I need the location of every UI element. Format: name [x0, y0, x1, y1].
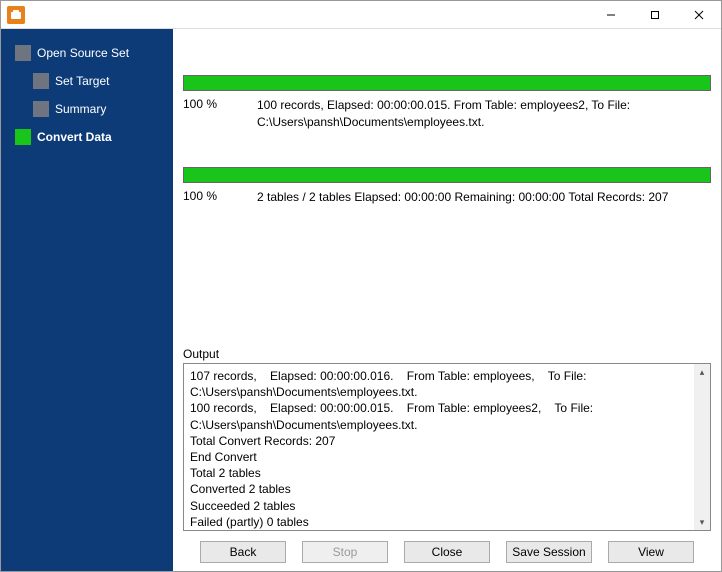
- step-box-icon: [33, 73, 49, 89]
- view-button[interactable]: View: [608, 541, 694, 563]
- maximize-button[interactable]: [633, 1, 677, 29]
- progress-area: 100 % 100 records, Elapsed: 00:00:00.015…: [183, 35, 711, 205]
- step-box-icon: [15, 45, 31, 61]
- step-label: Summary: [55, 102, 106, 116]
- step-box-icon: [15, 129, 31, 145]
- progress-percent-1: 100 %: [183, 97, 243, 111]
- scroll-up-icon[interactable]: ▴: [694, 364, 710, 380]
- main-panel: 100 % 100 records, Elapsed: 00:00:00.015…: [173, 29, 721, 571]
- step-label: Set Target: [55, 74, 109, 88]
- output-scrollbar[interactable]: ▴ ▾: [694, 364, 710, 530]
- step-set-target[interactable]: Set Target: [1, 67, 173, 95]
- step-convert-data[interactable]: Convert Data: [1, 123, 173, 151]
- progress-details-1: 100 records, Elapsed: 00:00:00.015. From…: [257, 97, 711, 131]
- stop-button[interactable]: Stop: [302, 541, 388, 563]
- step-box-icon: [33, 101, 49, 117]
- progress-bar-1: [183, 75, 711, 91]
- window-controls: [589, 1, 721, 29]
- save-session-button[interactable]: Save Session: [506, 541, 592, 563]
- output-label: Output: [183, 347, 711, 361]
- back-button[interactable]: Back: [200, 541, 286, 563]
- wizard-sidebar: Open Source Set Set Target Summary Conve…: [1, 29, 173, 571]
- close-window-button[interactable]: [677, 1, 721, 29]
- titlebar: [1, 1, 721, 29]
- progress-bar-2: [183, 167, 711, 183]
- progress-info-2: 100 % 2 tables / 2 tables Elapsed: 00:00…: [183, 189, 711, 206]
- button-row: Back Stop Close Save Session View: [183, 541, 711, 563]
- progress-info-1: 100 % 100 records, Elapsed: 00:00:00.015…: [183, 97, 711, 131]
- spacer: [183, 205, 711, 339]
- minimize-button[interactable]: [589, 1, 633, 29]
- titlebar-left: [7, 6, 25, 24]
- content: Open Source Set Set Target Summary Conve…: [1, 29, 721, 571]
- progress-details-2: 2 tables / 2 tables Elapsed: 00:00:00 Re…: [257, 189, 711, 206]
- step-summary[interactable]: Summary: [1, 95, 173, 123]
- output-text: 107 records, Elapsed: 00:00:00.016. From…: [190, 368, 704, 530]
- progress-percent-2: 100 %: [183, 189, 243, 203]
- scroll-down-icon[interactable]: ▾: [694, 514, 710, 530]
- step-label: Open Source Set: [37, 46, 129, 60]
- app-icon: [7, 6, 25, 24]
- close-button[interactable]: Close: [404, 541, 490, 563]
- step-label: Convert Data: [37, 130, 112, 144]
- progress-block-1: 100 % 100 records, Elapsed: 00:00:00.015…: [183, 75, 711, 131]
- progress-block-2: 100 % 2 tables / 2 tables Elapsed: 00:00…: [183, 167, 711, 206]
- step-open-source-set[interactable]: Open Source Set: [1, 39, 173, 67]
- output-textarea[interactable]: 107 records, Elapsed: 00:00:00.016. From…: [183, 363, 711, 531]
